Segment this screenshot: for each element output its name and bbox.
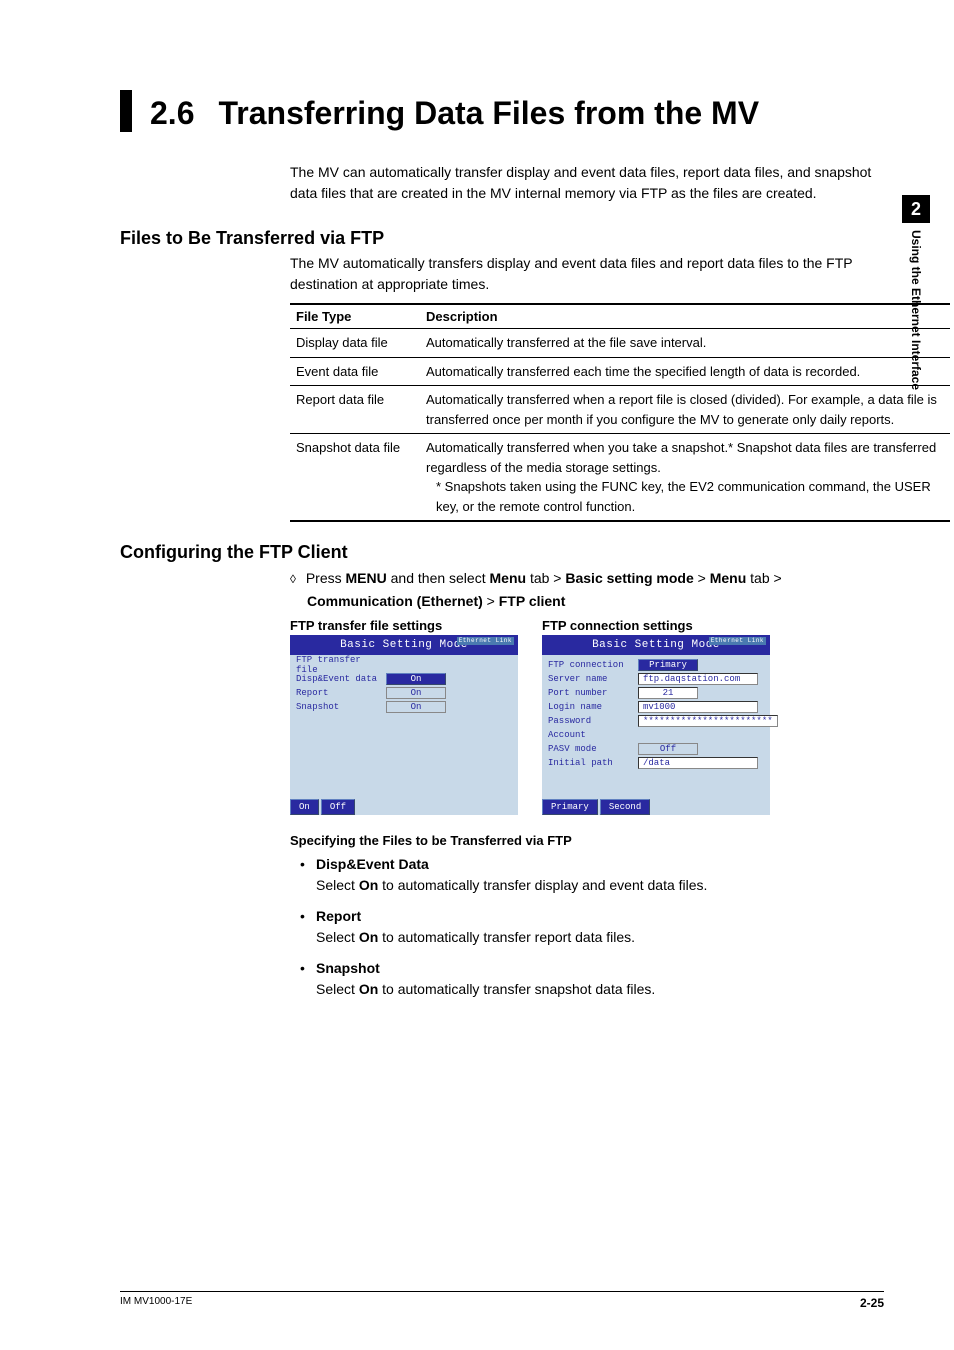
menu-navigation: ◊ Press MENU and then select Menu tab > … <box>290 567 884 612</box>
nav-menu-tab2: Menu <box>710 570 747 586</box>
th-file-type: File Type <box>290 304 420 329</box>
label-login: Login name <box>548 702 638 712</box>
bullet-icon: • <box>300 906 316 927</box>
cell-filetype: Event data file <box>290 357 420 386</box>
label-initial-path: Initial path <box>548 758 638 768</box>
screen-body: FTP connectionPrimary Server nameftp.daq… <box>542 655 770 773</box>
label-pasv: PASV mode <box>548 744 638 754</box>
cell-desc-note: * Snapshots taken using the FUNC key, th… <box>426 477 944 516</box>
screen-block-left: FTP transfer file settings Basic Setting… <box>290 618 518 815</box>
bullet-icon: • <box>300 854 316 875</box>
table-row: Report data file Automatically transferr… <box>290 386 950 434</box>
cell-filetype: Display data file <box>290 329 420 358</box>
spec-heading: Specifying the Files to be Transferred v… <box>290 833 884 848</box>
label-account: Account <box>548 730 638 740</box>
bullet-icon: • <box>300 958 316 979</box>
section-heading-config: Configuring the FTP Client <box>120 542 884 563</box>
diamond-icon: ◊ <box>290 572 296 586</box>
label-ftp-connection: FTP connection <box>548 660 638 670</box>
section-number: 2.6 <box>150 90 194 132</box>
ethernet-link-badge-icon: Ethernet Link <box>709 637 766 645</box>
value-report: On <box>386 687 446 699</box>
screen-header: Basic Setting Mode Ethernet Link <box>290 635 518 655</box>
cell-filetype: Snapshot data file <box>290 434 420 522</box>
value-port: 21 <box>638 687 698 699</box>
bullet-report: •Report Select On to automatically trans… <box>300 906 884 948</box>
bullet-snapshot: •Snapshot Select On to automatically tra… <box>300 958 884 1000</box>
label-report: Report <box>296 688 386 698</box>
value-dispevent: On <box>386 673 446 685</box>
table-row: Event data file Automatically transferre… <box>290 357 950 386</box>
table-row: Display data file Automatically transfer… <box>290 329 950 358</box>
label-snapshot: Snapshot <box>296 702 386 712</box>
cell-desc: Automatically transferred when a report … <box>420 386 950 434</box>
section-heading-files: Files to Be Transferred via FTP <box>120 228 884 249</box>
footer-second-button: Second <box>600 799 650 815</box>
screen-body: FTP transfer file Disp&Event dataOn Repo… <box>290 655 518 717</box>
screen-title-left: FTP transfer file settings <box>290 618 518 633</box>
screen-header-text: Basic Setting Mode <box>340 639 468 651</box>
bullet-label: Report <box>316 906 361 927</box>
file-type-table: File Type Description Display data file … <box>290 303 950 522</box>
label-port: Port number <box>548 688 638 698</box>
cell-filetype: Report data file <box>290 386 420 434</box>
screen-header: Basic Setting Mode Ethernet Link <box>542 635 770 655</box>
ethernet-link-badge-icon: Ethernet Link <box>457 637 514 645</box>
footer-on-button: On <box>290 799 319 815</box>
bullet-dispevent: •Disp&Event Data Select On to automatica… <box>300 854 884 896</box>
page-number: 2-25 <box>860 1296 884 1310</box>
value-login: mv1000 <box>638 701 758 713</box>
label-password: Password <box>548 716 638 726</box>
chapter-tab: 2 <box>902 195 930 223</box>
screen-title-right: FTP connection settings <box>542 618 770 633</box>
screen-footer: On Off <box>290 799 518 815</box>
nav-menu-tab: Menu <box>490 570 527 586</box>
bullet-label: Snapshot <box>316 958 380 979</box>
field-heading: FTP transfer file <box>296 655 386 675</box>
screen-header-text: Basic Setting Mode <box>592 639 720 651</box>
title-accent-bar <box>120 90 132 132</box>
page: 2 Using the Ethernet Interface 2.6 Trans… <box>0 0 954 1350</box>
value-server-name: ftp.daqstation.com <box>638 673 758 685</box>
intro-paragraph: The MV can automatically transfer displa… <box>290 162 884 204</box>
nav-press: Press <box>306 570 346 586</box>
bullet-desc: Select On to automatically transfer repo… <box>316 927 884 948</box>
nav-ftp-client: FTP client <box>499 593 566 609</box>
cell-desc: Automatically transferred at the file sa… <box>420 329 950 358</box>
nav-basic-setting: Basic setting mode <box>565 570 693 586</box>
bullet-desc: Select On to automatically transfer snap… <box>316 979 884 1000</box>
bullet-label: Disp&Event Data <box>316 854 429 875</box>
chapter-side-label: Using the Ethernet Interface <box>902 230 930 440</box>
table-row: Snapshot data file Automatically transfe… <box>290 434 950 522</box>
bullet-desc: Select On to automatically transfer disp… <box>316 875 884 896</box>
page-title-row: 2.6 Transferring Data Files from the MV <box>120 90 884 132</box>
value-password: ************************ <box>638 715 778 727</box>
label-dispevent: Disp&Event data <box>296 674 386 684</box>
th-description: Description <box>420 304 950 329</box>
footer-off-button: Off <box>321 799 355 815</box>
screen-right: Basic Setting Mode Ethernet Link FTP con… <box>542 635 770 815</box>
cell-desc: Automatically transferred each time the … <box>420 357 950 386</box>
page-title: Transferring Data Files from the MV <box>218 90 759 132</box>
value-initial-path: /data <box>638 757 758 769</box>
cell-desc-main: Automatically transferred when you take … <box>426 440 936 475</box>
value-snapshot: On <box>386 701 446 713</box>
nav-menu-key: MENU <box>346 570 387 586</box>
screenshots-row: FTP transfer file settings Basic Setting… <box>290 618 884 815</box>
label-server-name: Server name <box>548 674 638 684</box>
value-ftp-connection: Primary <box>638 659 698 671</box>
value-pasv: Off <box>638 743 698 755</box>
screen-left: Basic Setting Mode Ethernet Link FTP tra… <box>290 635 518 815</box>
screen-block-right: FTP connection settings Basic Setting Mo… <box>542 618 770 815</box>
nav-comm-ethernet: Communication (Ethernet) <box>307 593 483 609</box>
footer-primary-button: Primary <box>542 799 598 815</box>
page-footer: IM MV1000-17E 2-25 <box>120 1291 884 1310</box>
doc-id: IM MV1000-17E <box>120 1296 192 1310</box>
section-files-intro: The MV automatically transfers display a… <box>290 253 884 295</box>
cell-desc: Automatically transferred when you take … <box>420 434 950 522</box>
screen-footer: Primary Second <box>542 799 770 815</box>
